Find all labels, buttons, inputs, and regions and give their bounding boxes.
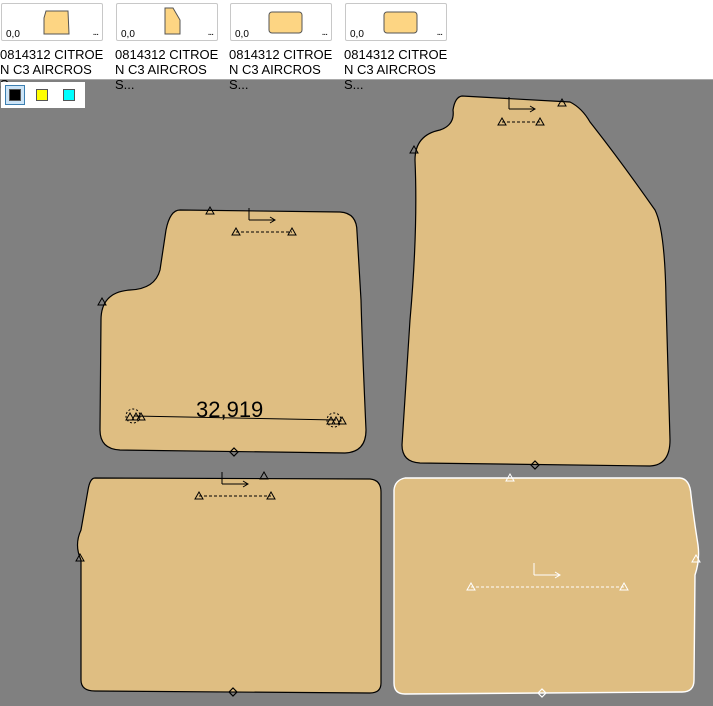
nesting-canvas[interactable]: [0, 0, 713, 706]
mat-piece-rear-left[interactable]: [75, 471, 382, 697]
mat-piece-rear-right[interactable]: [393, 473, 701, 698]
measurement-label: 32,919: [196, 397, 264, 422]
mat-piece-front-right[interactable]: [401, 95, 671, 470]
corner-marker[interactable]: [259, 471, 269, 480]
